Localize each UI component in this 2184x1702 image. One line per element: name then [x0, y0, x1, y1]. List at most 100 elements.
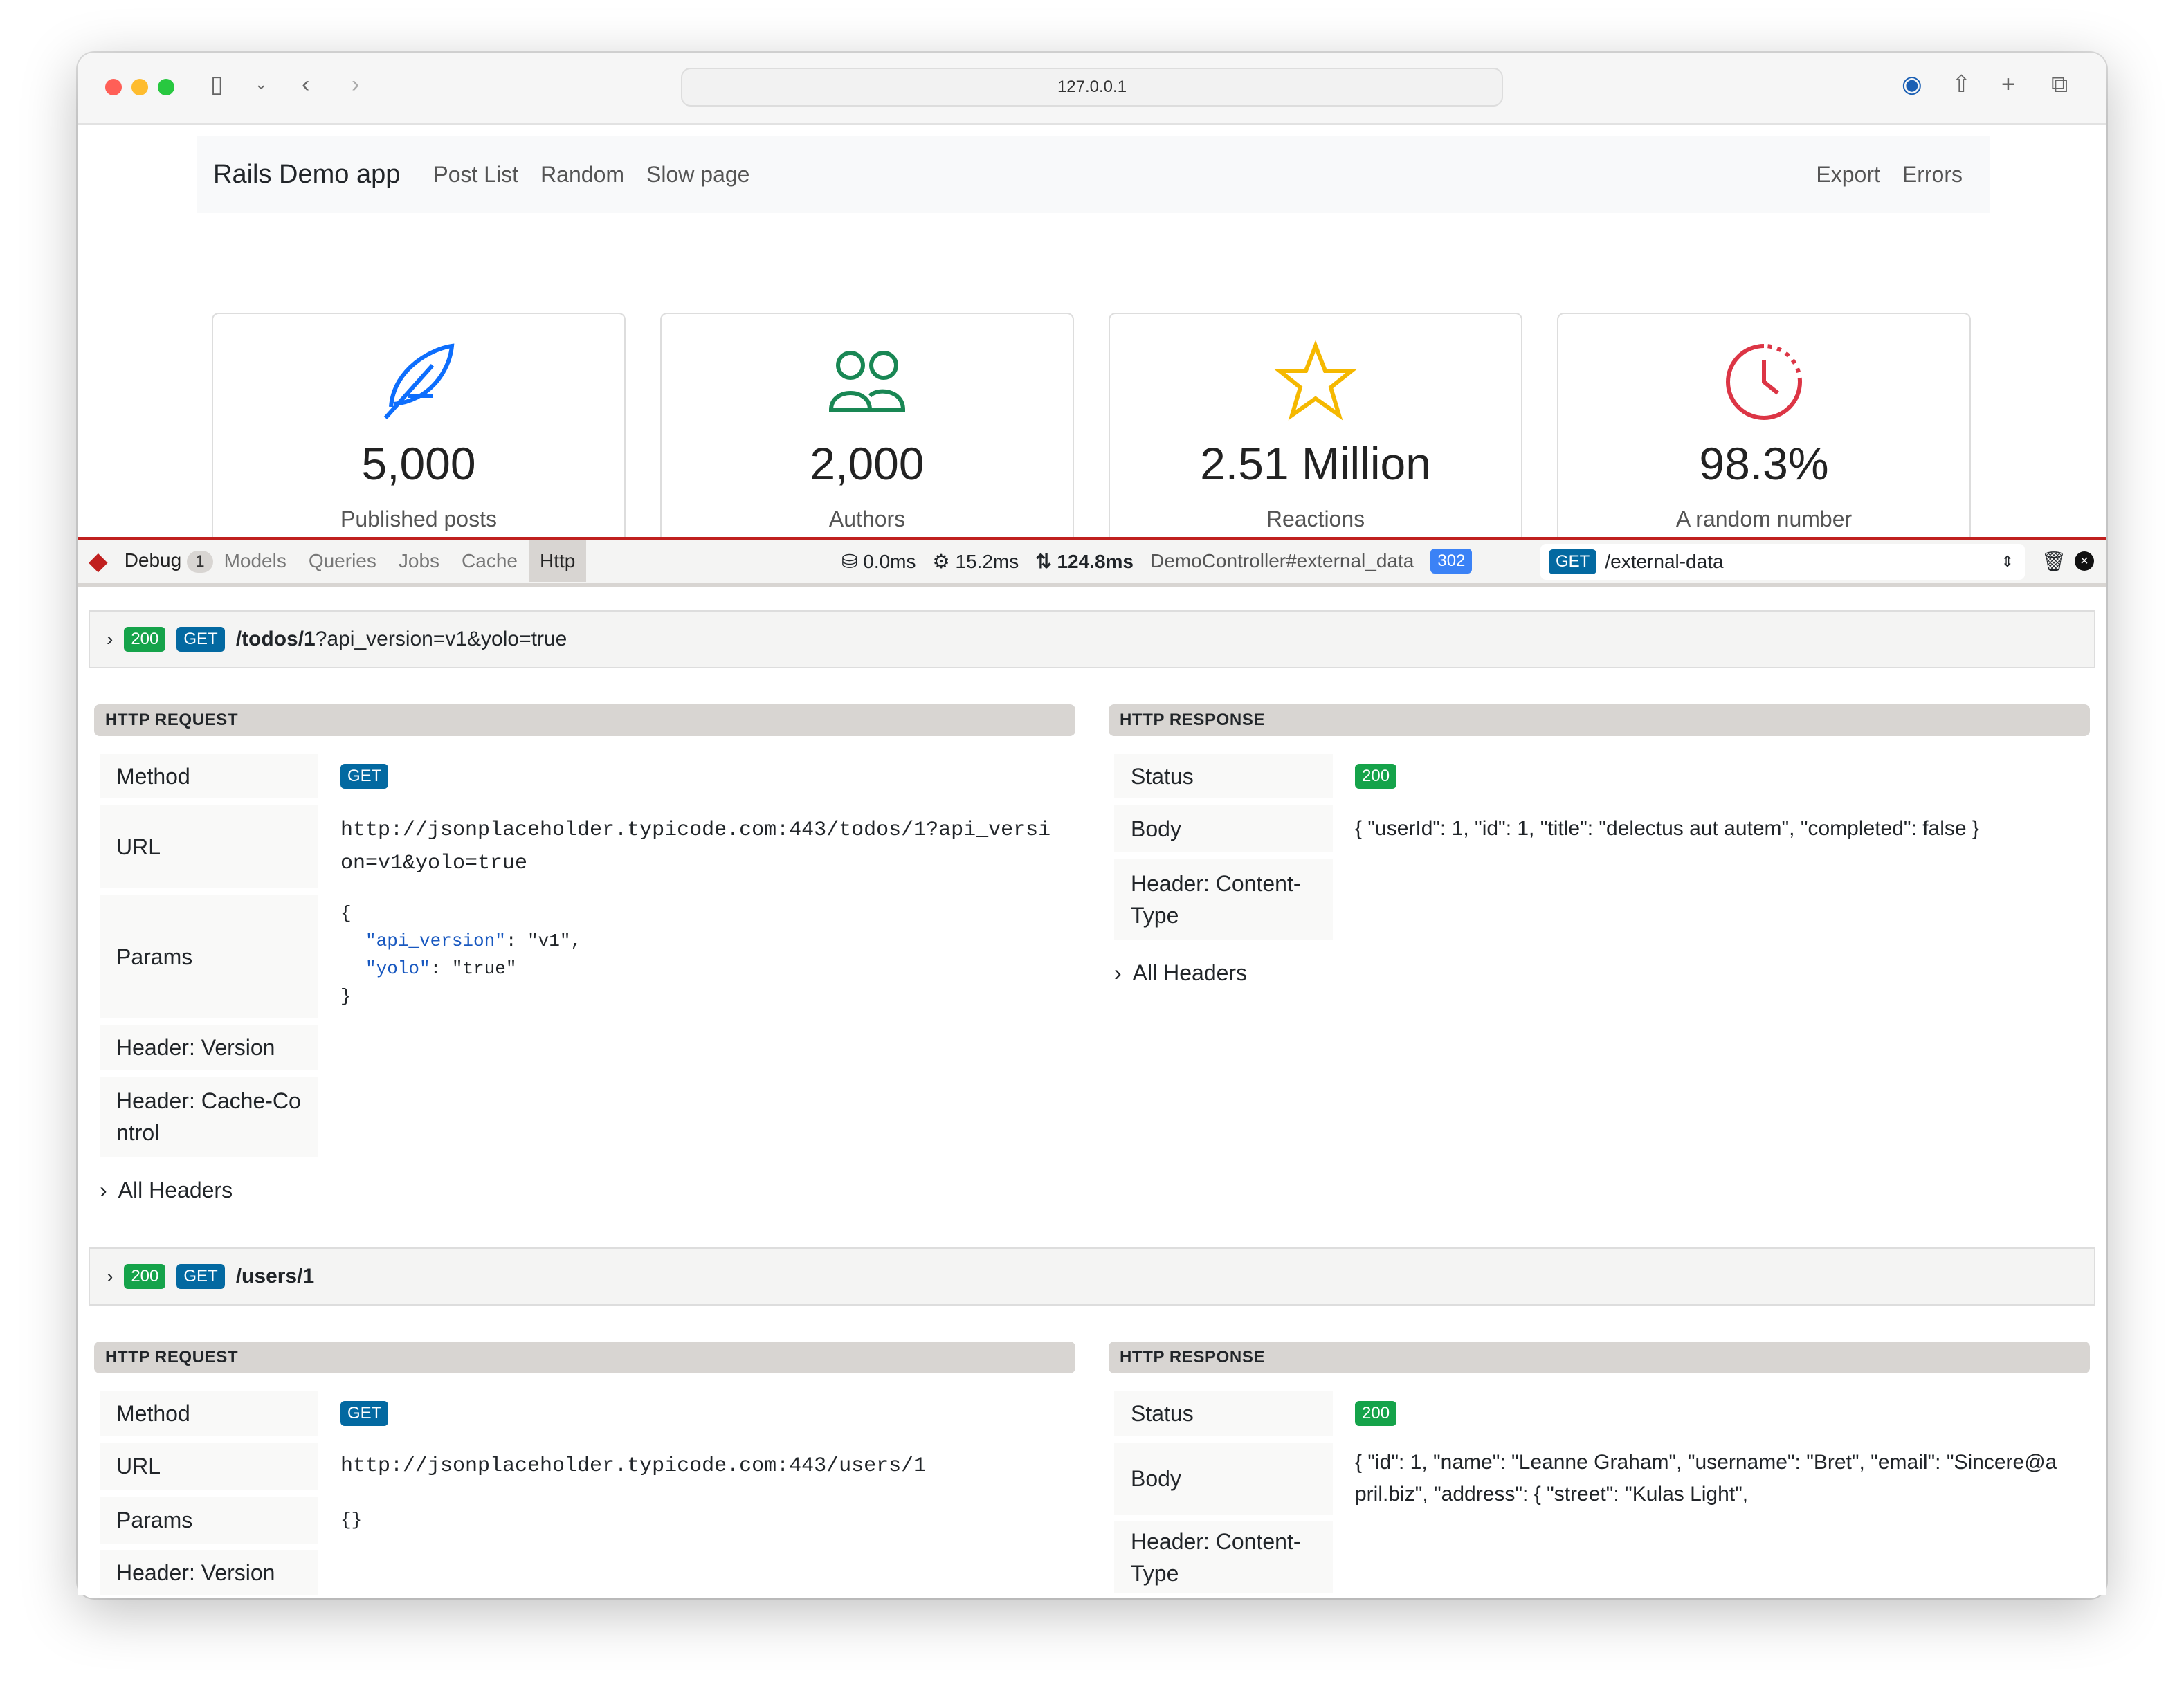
nav-export[interactable]: Export — [1816, 162, 1880, 187]
params-json: {} — [340, 1510, 363, 1530]
debugbar-panel: ◆ Debug 1 Models Queries Jobs Cache Http … — [78, 537, 2106, 1595]
chevron-down-icon[interactable]: ⌄ — [255, 71, 267, 98]
password-manager-icon[interactable]: ◉ — [1902, 71, 1922, 98]
select-arrows-icon: ⇕ — [2001, 553, 2014, 570]
field-label: Method — [100, 1391, 318, 1436]
tab-cache[interactable]: Cache — [462, 550, 518, 572]
chevron-right-icon[interactable]: › — [107, 628, 113, 650]
maximize-window-button[interactable] — [158, 79, 174, 95]
stat-card-random: 98.3% A random number — [1557, 313, 1971, 548]
minimize-window-button[interactable] — [131, 79, 148, 95]
request-path: /external-data — [1605, 551, 1724, 572]
method-badge: GET — [340, 764, 389, 789]
stat-value: 5,000 — [361, 438, 476, 489]
request-header[interactable]: › 200 GET /todos/1?api_version=v1&yolo=t… — [89, 610, 2095, 668]
stat-value: 98.3% — [1699, 438, 1829, 489]
tab-queries[interactable]: Queries — [309, 550, 376, 572]
field-label: URL — [100, 1443, 318, 1490]
stat-label: A random number — [1675, 506, 1853, 531]
sidebar-icon[interactable]: ▯ — [210, 71, 224, 98]
response-body: { "id": 1, "name": "Leanne Graham", "use… — [1355, 1451, 2057, 1506]
status-badge: 200 — [124, 627, 166, 652]
browser-toolbar: ▯ ⌄ ‹ › 127.0.0.1 ◉ ⇧ + ⧉ — [78, 53, 2106, 125]
debug-count-badge: 1 — [187, 551, 213, 573]
navbar: Rails Demo app Post List Random Slow pag… — [197, 136, 1990, 213]
section-heading: HTTP RESPONSE — [1109, 1342, 2090, 1373]
request-select[interactable]: GET /external-data ⇕ — [1540, 544, 2025, 580]
field-label: Body — [1114, 1443, 1333, 1515]
section-heading: HTTP RESPONSE — [1109, 704, 2090, 736]
status-badge: 302 — [1430, 549, 1473, 574]
new-tab-icon[interactable]: + — [2001, 71, 2015, 98]
nav-errors[interactable]: Errors — [1902, 162, 1963, 187]
field-label: Method — [100, 754, 318, 798]
cpu-time: ⚙ 15.2ms — [932, 550, 1019, 572]
chevron-right-icon[interactable]: › — [107, 1265, 113, 1288]
request-query: ?api_version=v1&yolo=true — [315, 628, 567, 650]
cpu-icon: ⚙ — [932, 550, 950, 572]
stat-label: Authors — [828, 506, 906, 531]
close-icon[interactable]: × — [2075, 551, 2094, 571]
method-badge: GET — [176, 1264, 225, 1289]
browser-window: ▯ ⌄ ‹ › 127.0.0.1 ◉ ⇧ + ⧉ Rails Demo app… — [78, 53, 2106, 1598]
nav-post-list[interactable]: Post List — [433, 162, 518, 187]
response-body: { "userId": 1, "id": 1, "title": "delect… — [1355, 817, 1979, 840]
share-icon[interactable]: ⇧ — [1951, 71, 1972, 98]
stat-card-reactions: 2.51 Million Reactions — [1109, 313, 1522, 548]
all-headers-toggle[interactable]: › All Headers — [1114, 960, 2090, 986]
nav-random[interactable]: Random — [540, 162, 624, 187]
tab-http[interactable]: Http — [528, 540, 587, 582]
request-header[interactable]: › 200 GET /users/1 — [89, 1247, 2095, 1306]
debugbar: ◆ Debug 1 Models Queries Jobs Cache Http … — [78, 537, 2106, 587]
arrows-icon: ⇅ — [1035, 550, 1052, 572]
stat-label: Published posts — [340, 506, 497, 531]
status-badge: 200 — [124, 1264, 166, 1289]
controller-action: DemoController#external_data — [1150, 550, 1414, 571]
params-json: { "api_version": "v1", "yolo": "true" } — [340, 903, 582, 1007]
field-label: Status — [1114, 1391, 1333, 1436]
status-badge: 200 — [1355, 764, 1397, 789]
database-icon: ⛁ — [841, 550, 858, 572]
tabs-overview-icon[interactable]: ⧉ — [2051, 71, 2068, 98]
total-time: ⇅ 124.8ms — [1035, 550, 1134, 572]
field-label: Header: Content-Type — [1114, 1521, 1333, 1593]
status-badge: 200 — [1355, 1401, 1397, 1426]
tab-models[interactable]: Models — [224, 550, 286, 572]
forward-icon[interactable]: › — [352, 71, 359, 98]
feather-icon — [213, 340, 624, 423]
field-label: Header: Cache-Control — [100, 1077, 318, 1157]
field-label: Header: Content-Type — [1114, 859, 1333, 940]
ruby-icon: ◆ — [89, 547, 108, 575]
method-badge: GET — [176, 627, 225, 652]
field-label: Header: Version — [100, 1550, 318, 1595]
brand-link[interactable]: Rails Demo app — [213, 160, 400, 190]
field-label: Header: Version — [100, 1025, 318, 1070]
http-response-section: HTTP RESPONSE Status 200 Body { "userId": … — [1109, 704, 2090, 1203]
request-url: http://jsonplaceholder.typicode.com:443/… — [340, 1454, 927, 1478]
stat-value: 2,000 — [810, 438, 925, 489]
clock-icon — [1558, 340, 1969, 423]
all-headers-toggle[interactable]: › All Headers — [100, 1178, 1075, 1203]
tab-jobs[interactable]: Jobs — [399, 550, 439, 572]
field-label: Params — [100, 1497, 318, 1544]
nav-slow-page[interactable]: Slow page — [646, 162, 749, 187]
address-bar[interactable]: 127.0.0.1 — [681, 68, 1503, 107]
stat-card-posts: 5,000 Published posts — [212, 313, 626, 548]
close-window-button[interactable] — [105, 79, 122, 95]
trash-icon[interactable]: 🗑 — [2041, 550, 2066, 573]
http-response-section: HTTP RESPONSE Status 200 Body { "id": 1, "… — [1109, 1342, 2090, 1595]
method-badge: GET — [340, 1401, 389, 1426]
stat-card-authors: 2,000 Authors — [660, 313, 1074, 548]
http-request-section: HTTP REQUEST Method GET URL http://jsonpla… — [94, 704, 1075, 1203]
field-label: Params — [100, 895, 318, 1018]
method-badge: GET — [1549, 549, 1597, 574]
request-url: http://jsonplaceholder.typicode.com:443/… — [340, 818, 1051, 875]
field-label: Status — [1114, 754, 1333, 798]
debug-tab[interactable]: Debug 1 — [125, 549, 213, 573]
back-icon[interactable]: ‹ — [302, 71, 309, 98]
request-path: /users/1 — [235, 1265, 315, 1288]
stat-value: 2.51 Million — [1200, 438, 1431, 489]
star-icon — [1110, 340, 1521, 423]
field-label: Body — [1114, 805, 1333, 852]
people-icon — [662, 340, 1073, 423]
